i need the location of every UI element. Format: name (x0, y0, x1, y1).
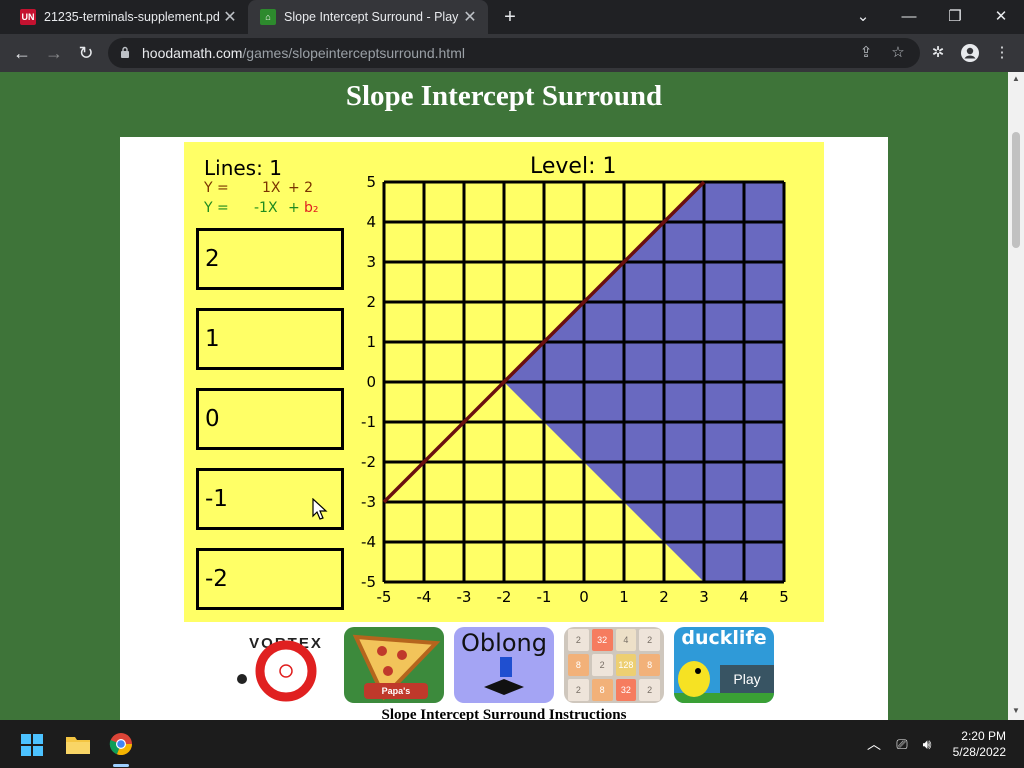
active-app-indicator (113, 764, 129, 767)
y-tick-label: -5 (361, 573, 376, 591)
x-tick-label: 2 (659, 588, 669, 606)
forward-arrow-icon[interactable]: → (40, 39, 68, 67)
tab-pdf[interactable]: UN 21235-terminals-supplement.pdf ✕ (8, 0, 248, 34)
hoodamath-icon: ⌂ (260, 9, 276, 25)
tile-grid: 2 32 4 2 8 2 128 8 2 8 32 2 (568, 629, 660, 701)
tile: 4 (615, 629, 637, 651)
game-thumbnail-2048[interactable]: 2 32 4 2 8 2 128 8 2 8 32 2 (564, 627, 664, 703)
tile: 32 (591, 629, 613, 651)
x-tick-label: 1 (619, 588, 629, 606)
menu-kebab-icon[interactable]: ⋮ (992, 43, 1012, 63)
close-tab-icon[interactable]: ✕ (460, 7, 480, 27)
x-tick-label: 3 (699, 588, 709, 606)
tile: 8 (568, 654, 589, 676)
tray-chevron-up-icon[interactable]: ︿ (864, 734, 884, 754)
tile: 2 (568, 679, 589, 701)
minimize-icon[interactable]: — (886, 0, 932, 34)
file-explorer-icon[interactable] (65, 733, 91, 755)
scroll-up-icon[interactable]: ▲ (1011, 74, 1021, 84)
scrollbar-thumb[interactable] (1012, 132, 1020, 248)
tab-search-chevron-down-icon[interactable]: ⌄ (840, 0, 886, 34)
y-tick-label: 1 (366, 333, 376, 351)
share-icon[interactable]: ⇪ (856, 43, 876, 63)
game-thumbnail-vortex[interactable]: VORTEX (234, 627, 334, 703)
url-path: /games/slopeinterceptsurround.html (242, 45, 465, 61)
clock-date: 5/28/2022 (952, 745, 1006, 759)
y-tick-label: 5 (366, 173, 376, 191)
game-thumbnail-papas-pizzeria[interactable]: Papa's Pizzeria (344, 627, 444, 703)
x-tick-label: -1 (537, 588, 552, 606)
oblong-block-icon (484, 657, 524, 695)
clock[interactable]: 2:20 PM 5/28/2022 (953, 728, 1006, 760)
network-icon[interactable]: ⎚ (892, 734, 912, 754)
taskbar: ︿ ⎚ 🔊︎ 2:20 PM 5/28/2022 (0, 720, 1024, 768)
tile: 2 (591, 654, 613, 676)
tab-strip: UN 21235-terminals-supplement.pdf ✕ ⌂ Sl… (0, 0, 1024, 34)
y-tick-label: -1 (361, 413, 376, 431)
y-tick-label: 0 (366, 373, 376, 391)
x-tick-label: -2 (497, 588, 512, 606)
url-text: hoodamath.com/games/slopeinterceptsurrou… (142, 45, 465, 61)
x-tick-label: -4 (417, 588, 432, 606)
volume-icon[interactable]: 🔊︎ (917, 734, 937, 754)
scroll-down-icon[interactable]: ▼ (1011, 706, 1021, 716)
y-tick-label: 3 (366, 253, 376, 271)
chrome-icon[interactable] (109, 732, 133, 756)
thumbnail-label: Papa's Pizzeria (364, 683, 428, 703)
play-button[interactable]: Play (720, 665, 774, 693)
vortex-ring-icon (237, 640, 317, 702)
lock-icon (121, 46, 129, 58)
close-tab-icon[interactable]: ✕ (220, 7, 240, 27)
clock-time: 2:20 PM (961, 729, 1006, 743)
game-thumbnail-ducklife[interactable]: ducklife Play (674, 627, 774, 703)
reload-icon[interactable]: ↻ (72, 39, 100, 67)
profile-avatar-icon[interactable] (960, 43, 980, 63)
y-tick-label: -4 (361, 533, 376, 551)
browser-toolbar: ← → ↻ hoodamath.com/games/slopeintercept… (0, 34, 1024, 72)
mouse-cursor-icon (312, 498, 328, 520)
y-tick-label: -3 (361, 493, 376, 511)
x-tick-label: 5 (779, 588, 789, 606)
game-thumbnail-oblong[interactable]: Oblong (454, 627, 554, 703)
y-tick-label: -2 (361, 453, 376, 471)
tile: 2 (639, 679, 660, 701)
new-tab-button[interactable]: + (498, 4, 522, 30)
windows-start-icon[interactable] (21, 734, 43, 756)
tile: 2 (639, 629, 660, 651)
content-panel: Lines: 1 Y = 1X + 2 Y = -1X + b₂ 2 1 0 -… (120, 137, 888, 720)
url-host: hoodamath.com (142, 45, 243, 61)
y-tick-label: 2 (366, 293, 376, 311)
x-tick-label: 4 (739, 588, 749, 606)
tile: 32 (615, 679, 637, 701)
back-arrow-icon[interactable]: ← (8, 39, 36, 67)
page-viewport: Slope Intercept Surround Lines: 1 Y = 1X… (0, 72, 1008, 720)
tab-title: Slope Intercept Surround - Play S (284, 10, 460, 24)
x-tick-label: -5 (377, 588, 392, 606)
extensions-puzzle-icon[interactable]: ✲ (928, 43, 948, 63)
close-window-icon[interactable]: ✕ (978, 0, 1024, 34)
page-scrollbar[interactable]: ▲ ▼ (1008, 72, 1024, 720)
related-games: VORTEX Papa's Pizzeria Oblong (234, 627, 774, 703)
x-tick-label: -3 (457, 588, 472, 606)
x-tick-label: 0 (579, 588, 589, 606)
tab-title: 21235-terminals-supplement.pdf (44, 10, 220, 24)
game-canvas[interactable]: Lines: 1 Y = 1X + 2 Y = -1X + b₂ 2 1 0 -… (184, 142, 824, 622)
tile: 8 (639, 654, 660, 676)
coordinate-grid[interactable]: -5 -4 -3 -2 -1 0 1 2 3 4 5 5 4 3 2 1 0 -1 -2 -3 -4 -5 (184, 142, 824, 622)
y-tick-label: 4 (366, 213, 376, 231)
tile: 128 (615, 654, 637, 676)
address-bar[interactable]: hoodamath.com/games/slopeinterceptsurrou… (108, 38, 920, 68)
pdf-icon: UN (20, 9, 36, 25)
tab-slope-intercept[interactable]: ⌂ Slope Intercept Surround - Play S ✕ (248, 0, 488, 34)
bookmark-star-icon[interactable]: ☆ (888, 43, 908, 63)
instructions-heading: Slope Intercept Surround Instructions (381, 707, 627, 720)
tile: 2 (568, 629, 589, 651)
restore-icon[interactable]: ❐ (932, 0, 978, 34)
tile: 8 (591, 679, 613, 701)
page-title: Slope Intercept Surround (345, 80, 663, 112)
